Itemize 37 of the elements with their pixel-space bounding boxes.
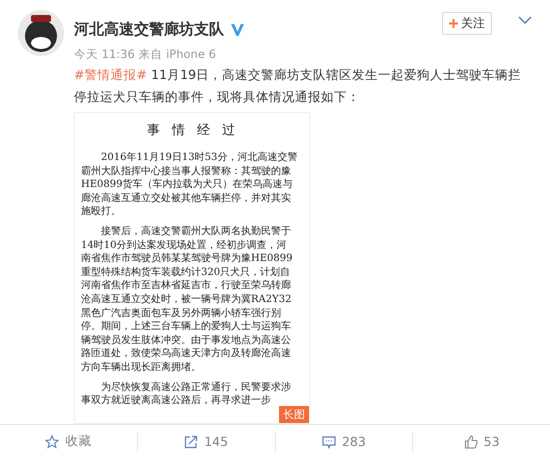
post-text: #警情通报# 11月19日，高速交警廊坊支队辖区发生一起爱狗人士驾驶车辆拦停拉运犬只车辆的事件，现将具体情况通报如下：: [74, 66, 522, 106]
post-timestamp: 今天 11:36 来自 iPhone 6: [74, 47, 217, 62]
comment-icon: [322, 434, 336, 448]
document-line: 停。期间，上述三台车辆上的爱狗人士与运狗车: [81, 320, 291, 334]
document-line: 接警后，高速交警霸州大队两名执勤民警于: [101, 224, 291, 239]
favorite-button[interactable]: 收藏: [0, 432, 137, 452]
like-button[interactable]: 53: [412, 432, 550, 452]
document-image[interactable]: [74, 112, 310, 424]
author-name[interactable]: 河北高速交警廊坊支队: [74, 20, 224, 39]
document-line: HE0899货车（车内拉载为犬只）在荣乌高速与: [81, 178, 292, 192]
document-line: 重型特殊结构货车装载约计320只犬只，计划自: [81, 266, 290, 280]
avatar[interactable]: [18, 10, 64, 56]
document-line: 霸州大队指挥中心接当事人报警称：其驾驶的豫: [81, 164, 291, 178]
comment-button[interactable]: 283: [274, 432, 412, 452]
hashtag-link[interactable]: #警情通报#: [74, 67, 148, 82]
star-icon: [45, 434, 60, 448]
long-image-badge: 长图: [279, 406, 309, 423]
document-title: 事 情 经 过: [146, 122, 240, 139]
document-line: 辆驾驶员发生肢体冲突。由于事发地点为高速公: [81, 334, 291, 348]
document-line: 为尽快恢复高速公路正常通行，民警要求涉: [101, 380, 291, 394]
document-line: 黑色广汽吉奥面包车及另外两辆小轿车强行别: [81, 306, 281, 320]
share-icon: [184, 434, 198, 448]
thumbs-up-icon: [464, 434, 478, 448]
document-line: 2016年11月19日13时53分，河北高速交警: [101, 151, 298, 165]
document-line: 廊沧高速互通立交处被其他车辆拦停，并对其实: [81, 192, 291, 206]
document-line: 路匝道处，致使荣乌高速天津方向及转廊沧高速: [81, 347, 291, 361]
document-line: 14时10分到达案发现场处置，经初步调查，河: [81, 238, 286, 252]
chevron-down-icon[interactable]: [518, 14, 532, 24]
document-line: 方向车辆出现长距离拥堵。: [81, 360, 201, 374]
document-line: 施殴打。: [81, 205, 121, 219]
document-line: 南省焦作市驾驶员韩某某驾驶号牌为豫HE0899: [81, 252, 292, 266]
document-line: 事双方就近驶离高速公路后，再寻求进一步: [81, 394, 271, 408]
document-line: 沧高速互通立交处时，被一辆号牌为冀RA2Y32: [81, 292, 292, 307]
follow-button[interactable]: 关注: [442, 12, 492, 35]
plus-icon: [449, 19, 458, 28]
document-line: 河南省焦作市至吉林省延吉市，行驶至荣乌转廊: [81, 279, 291, 293]
repost-button[interactable]: 145: [136, 432, 274, 452]
